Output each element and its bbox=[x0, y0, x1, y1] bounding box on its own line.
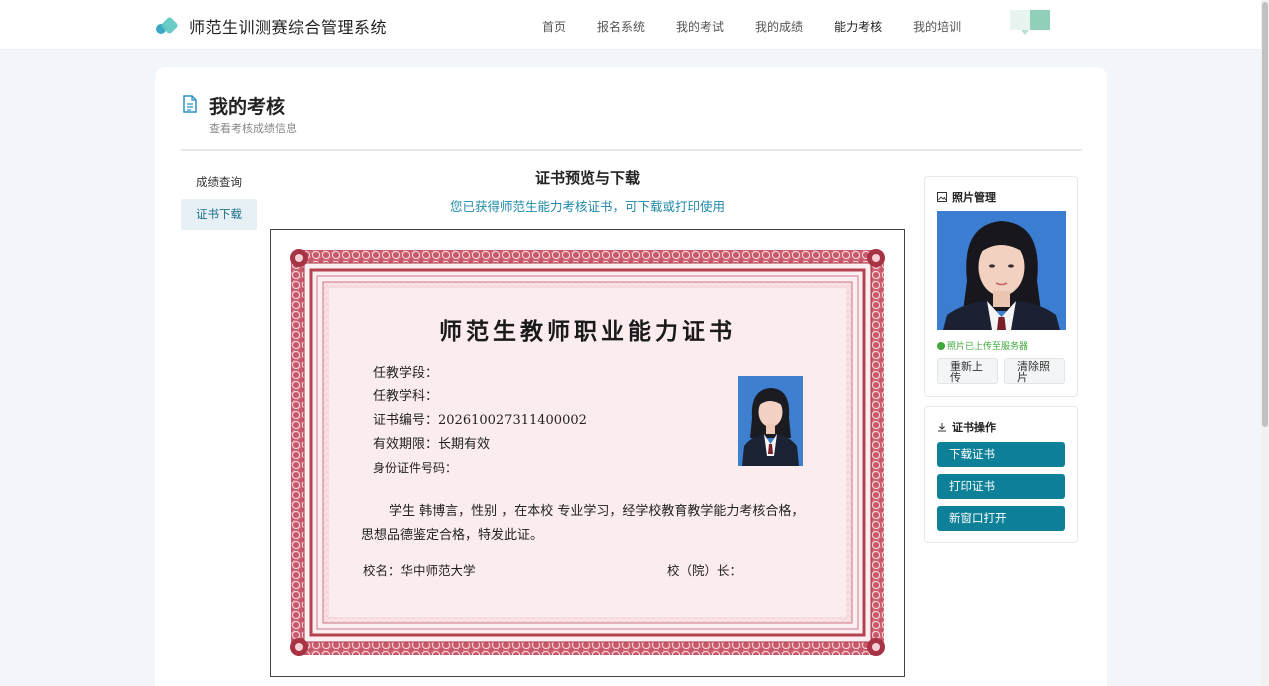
certificate-field-subject: 任教学科： bbox=[373, 389, 439, 404]
certificate-field-validity: 有效期限：长期有效 bbox=[373, 437, 491, 452]
top-header: 师范生训测赛综合管理系统 首页 报名系统 我的考试 我的成绩 能力考核 我的培训 bbox=[0, 0, 1261, 50]
nav-my-exams[interactable]: 我的考试 bbox=[676, 18, 724, 35]
logo-icon bbox=[155, 16, 179, 35]
download-certificate-button[interactable]: 下载证书 bbox=[937, 442, 1065, 467]
header-divider bbox=[181, 149, 1082, 151]
dropdown-caret-icon bbox=[1021, 30, 1029, 35]
nav-my-scores[interactable]: 我的成绩 bbox=[755, 18, 803, 35]
page-title: 我的考核 bbox=[209, 96, 286, 118]
document-icon bbox=[183, 95, 197, 113]
ops-panel-header: 证书操作 bbox=[937, 419, 996, 435]
image-icon bbox=[937, 192, 947, 202]
certificate-field-id: 身份证件号码： bbox=[373, 461, 458, 475]
main-card: 我的考核 查看考核成绩信息 成绩查询 证书下载 证书预览与下载 您已获得师范生能… bbox=[155, 67, 1107, 686]
check-circle-icon bbox=[937, 341, 945, 350]
photo-panel-title: 照片管理 bbox=[952, 191, 996, 204]
certificate-operations-panel: 证书操作 下载证书 打印证书 新窗口打开 bbox=[924, 406, 1078, 543]
nav-my-training[interactable]: 我的培训 bbox=[913, 18, 961, 35]
menu-item-certificate-download[interactable]: 证书下载 bbox=[181, 199, 257, 230]
certificate-field-stage: 任教学段： bbox=[373, 366, 439, 381]
nav-ability-assessment[interactable]: 能力考核 bbox=[834, 18, 882, 35]
certificate-section-title: 证书预览与下载 bbox=[534, 169, 640, 187]
upload-status: 照片已上传至服务器 bbox=[937, 339, 1028, 352]
certificate-body-text: 学生 韩博言，性别 ，在本校 专业学习，经学校教育教学能力考核合格，思想品德鉴定… bbox=[361, 504, 805, 543]
scrollbar-thumb[interactable] bbox=[1262, 2, 1268, 427]
ops-panel-title: 证书操作 bbox=[952, 421, 996, 434]
menu-item-score-query[interactable]: 成绩查询 bbox=[181, 167, 257, 198]
certificate-preview: 师范生教师职业能力证书 任教学段： 任教学科： 证书编号：20261002731… bbox=[270, 229, 905, 677]
brand[interactable]: 师范生训测赛综合管理系统 bbox=[155, 14, 387, 38]
certificate-photo bbox=[738, 376, 803, 466]
id-photo bbox=[937, 211, 1066, 330]
certificate-school-name: 校名：华中师范大学 bbox=[363, 563, 476, 578]
download-icon bbox=[938, 423, 946, 432]
nav-home[interactable]: 首页 bbox=[542, 18, 566, 35]
user-avatar[interactable] bbox=[1010, 10, 1050, 36]
certificate-title: 师范生教师职业能力证书 bbox=[439, 318, 736, 345]
certificate-section-subtitle: 您已获得师范生能力考核证书，可下载或打印使用 bbox=[449, 199, 725, 214]
side-menu: 成绩查询 证书下载 bbox=[181, 167, 257, 231]
app-title: 师范生训测赛综合管理系统 bbox=[189, 18, 388, 37]
page-scrollbar[interactable] bbox=[1261, 0, 1269, 686]
main-nav: 首页 报名系统 我的考试 我的成绩 能力考核 我的培训 bbox=[542, 18, 992, 35]
page-subtitle: 查看考核成绩信息 bbox=[209, 122, 297, 135]
upload-status-text: 照片已上传至服务器 bbox=[947, 342, 1029, 352]
certificate-field-number: 证书编号：202610027311400002 bbox=[373, 413, 587, 428]
photo-panel-header: 照片管理 bbox=[937, 189, 996, 205]
open-new-window-button[interactable]: 新窗口打开 bbox=[937, 506, 1065, 531]
clear-photo-button[interactable]: 清除照片 bbox=[1004, 358, 1065, 384]
nav-registration[interactable]: 报名系统 bbox=[597, 18, 645, 35]
reupload-button[interactable]: 重新上传 bbox=[937, 358, 998, 384]
certificate-principal: 校（院）长： bbox=[667, 563, 743, 578]
print-certificate-button[interactable]: 打印证书 bbox=[937, 474, 1065, 499]
certificate-border-ornament bbox=[271, 230, 904, 676]
photo-management-panel: 照片管理 照片已上传至服务器 重新上传 清除照片 bbox=[924, 176, 1078, 397]
